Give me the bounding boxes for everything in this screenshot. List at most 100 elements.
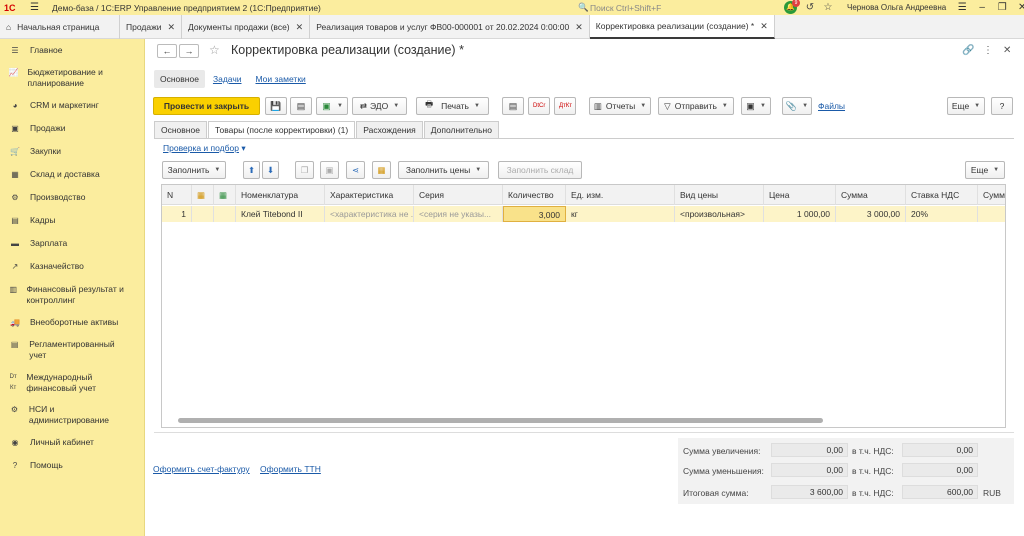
sidebar-item-crm[interactable]: ◕ CRM и маркетинг	[8, 100, 99, 111]
edo-icon: ⇄	[359, 100, 367, 111]
reports-button[interactable]: ▥ Отчеты ▼	[589, 97, 651, 115]
sidebar-item-assets[interactable]: 🚚 Внеоборотные активы	[8, 317, 118, 328]
sidebar-item-treasury[interactable]: ↗ Казначейство	[8, 261, 84, 272]
title-bar: 1С ☰ Демо-база / 1С:ERP Управление предп…	[0, 0, 1024, 15]
close-tab-icon[interactable]: ✕	[760, 21, 768, 32]
search-input[interactable]: Поиск Ctrl+Shift+F	[590, 3, 661, 13]
post-and-close-button[interactable]: Провести и закрыть	[153, 97, 260, 115]
col-sum[interactable]: Сумма	[836, 185, 906, 205]
fill-button[interactable]: Заполнить ▼	[162, 161, 226, 179]
link-icon[interactable]: 🔗	[962, 45, 974, 56]
col-icon-1[interactable]: ▦	[192, 185, 214, 205]
fill-prices-button[interactable]: Заполнить цены ▼	[398, 161, 489, 179]
move-down-icon[interactable]: ⬇	[262, 161, 279, 179]
close-tab-icon[interactable]: ✕	[168, 22, 176, 33]
paste-icon[interactable]: ▣	[320, 161, 339, 179]
col-series[interactable]: Серия	[414, 185, 503, 205]
col-nomenclature[interactable]: Номенклатура	[236, 185, 325, 205]
col-sum-vat[interactable]: Сумма	[978, 185, 1005, 205]
selection-icon[interactable]: ▦	[372, 161, 391, 179]
tab-home[interactable]: ⌂ Начальная страница	[0, 15, 120, 39]
tab-basic[interactable]: Основное	[154, 121, 207, 138]
tab-goods[interactable]: Товары (после корректировки) (1)	[207, 121, 356, 138]
sidebar-item-admin[interactable]: ⚙ НСИ и администрирование	[8, 404, 128, 426]
sidebar-item-sales[interactable]: ▣ Продажи	[8, 123, 65, 134]
col-vat-rate[interactable]: Ставка НДС	[906, 185, 978, 205]
sidebar-item-salary[interactable]: ▬ Зарплата	[8, 238, 67, 249]
tab-sales-docs[interactable]: Документы продажи (все) ✕	[182, 15, 311, 39]
check-selection-link[interactable]: Проверка и подбор ▾	[163, 143, 246, 154]
col-price-type[interactable]: Вид цены	[675, 185, 764, 205]
col-price[interactable]: Цена	[764, 185, 836, 205]
ttn-link[interactable]: Оформить ТТН	[260, 464, 321, 474]
print-button[interactable]: 🖶 Печать ▼	[416, 97, 489, 115]
close-tab-icon[interactable]: ✕	[575, 22, 583, 33]
sidebar-item-help[interactable]: ? Помощь	[8, 460, 63, 471]
tab-sales[interactable]: Продажи ✕	[120, 15, 183, 39]
tab-discrepancies[interactable]: Расхождения	[356, 121, 423, 138]
create-based-on-button[interactable]: ▣ ▼	[316, 97, 348, 115]
sidebar-item-ifrs[interactable]: Dт Кт Международный финансовый учет	[8, 372, 128, 394]
col-quantity[interactable]: Количество	[503, 185, 566, 205]
sidebar-item-finance[interactable]: ▥ Финансовый результат и контроллинг	[8, 284, 138, 306]
favorites-icon[interactable]: ☆	[819, 2, 837, 13]
tab-additional[interactable]: Дополнительно	[423, 121, 499, 138]
settings-icon[interactable]: ☰	[952, 2, 972, 13]
horizontal-scrollbar[interactable]	[168, 417, 1001, 424]
col-characteristic[interactable]: Характеристика	[325, 185, 414, 205]
sidebar-item-hr[interactable]: ▤ Кадры	[8, 215, 55, 226]
notifications-icon[interactable]: 🔔 9	[784, 0, 800, 14]
close-form-icon[interactable]: ✕	[1003, 45, 1011, 56]
post-button[interactable]: ▤	[290, 97, 312, 115]
tab-correction[interactable]: Корректировка реализации (создание) * ✕	[589, 15, 775, 39]
pie-icon: ◕	[12, 101, 18, 110]
sidebar-item-purchases[interactable]: 🛒 Закупки	[8, 146, 61, 157]
link-tasks[interactable]: Задачи	[213, 74, 242, 84]
main-menu-icon[interactable]: ☰	[30, 2, 44, 14]
forward-arrow-icon[interactable]: →	[179, 44, 199, 58]
maximize-icon[interactable]: ❐	[992, 2, 1012, 13]
table-row[interactable]: 1 Клей Titebond II <характеристика не ..…	[162, 206, 1005, 222]
more-button[interactable]: Еще ▼	[947, 97, 985, 115]
link-notes[interactable]: Мои заметки	[256, 74, 306, 84]
col-unit[interactable]: Ед. изм.	[566, 185, 675, 205]
tab-realization[interactable]: Реализация товаров и услуг ФВ00-000001 о…	[310, 15, 590, 39]
sidebar-item-budgeting[interactable]: 📈 Бюджетирование и планирование	[8, 67, 138, 89]
sidebar-item-main[interactable]: ☰ Главное	[8, 45, 62, 56]
save-button[interactable]: 💾	[265, 97, 287, 115]
fill-warehouse-button[interactable]: Заполнить склад	[498, 161, 582, 179]
copy-icon[interactable]: ❐	[295, 161, 314, 179]
close-tab-icon[interactable]: ✕	[296, 22, 304, 33]
history-icon[interactable]: ↺	[801, 2, 819, 13]
minimize-icon[interactable]: –	[972, 2, 992, 13]
favorite-star-icon[interactable]: ☆	[209, 43, 220, 57]
sidebar-item-production[interactable]: ⚙ Производство	[8, 192, 85, 203]
back-arrow-icon[interactable]: ←	[157, 44, 177, 58]
send-button[interactable]: ▽ Отправить ▼	[658, 97, 734, 115]
close-icon[interactable]: ✕	[1012, 2, 1024, 13]
user-name[interactable]: Чернова Ольга Андреевна	[847, 3, 946, 12]
invoice-link[interactable]: Оформить счет-фактуру	[153, 464, 250, 474]
edo-button[interactable]: ⇄ ЭДО ▼	[352, 97, 407, 115]
scrollbar-thumb[interactable]	[178, 418, 823, 423]
help-button[interactable]: ?	[991, 97, 1013, 115]
global-search[interactable]: 🔍 Поиск Ctrl+Shift+F	[578, 1, 773, 14]
link-main[interactable]: Основное	[154, 70, 205, 88]
col-n[interactable]: N	[162, 185, 192, 205]
tasks-button[interactable]: ▣ ▼	[741, 97, 771, 115]
sidebar-item-regulated[interactable]: ▤ Регламентированный учет	[8, 339, 128, 361]
files-link[interactable]: Файлы	[818, 101, 845, 111]
quantity-cell[interactable]: 3,000	[503, 206, 566, 222]
more-vertical-icon[interactable]: ⋮	[983, 45, 993, 56]
dtkt-button[interactable]: DtCr	[528, 97, 550, 115]
move-up-icon[interactable]: ⬆	[243, 161, 260, 179]
grid-more-button[interactable]: Еще ▼	[965, 161, 1005, 179]
share-icon[interactable]: ⋖	[346, 161, 365, 179]
dt-kt-button[interactable]: ДтКт	[554, 97, 576, 115]
sidebar-item-warehouse[interactable]: ▦ Склад и доставка	[8, 169, 99, 180]
sidebar-item-cabinet[interactable]: ◉ Личный кабинет	[8, 437, 94, 448]
attach-button[interactable]: 📎 ▼	[782, 97, 812, 115]
goods-table[interactable]: N ▦ ▦ Номенклатура Характеристика Серия …	[161, 184, 1006, 428]
col-icon-2[interactable]: ▦	[214, 185, 236, 205]
structure-button[interactable]: ▤	[502, 97, 524, 115]
